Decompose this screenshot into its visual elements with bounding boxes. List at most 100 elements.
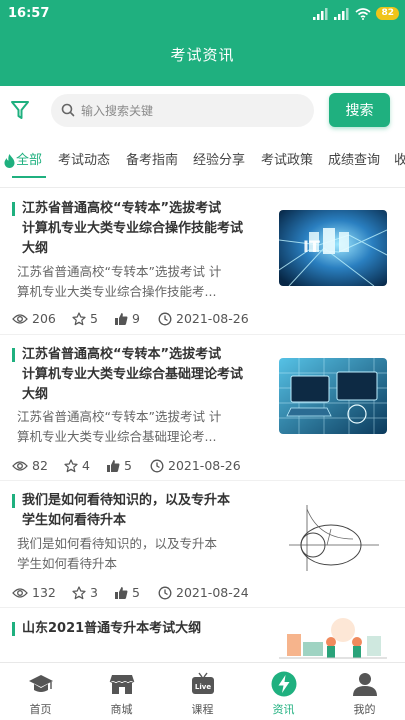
tabbar-item-home[interactable]: 首页 bbox=[0, 663, 81, 720]
eye-icon bbox=[12, 460, 28, 471]
tabbar-label: 首页 bbox=[29, 703, 52, 716]
likes-count[interactable]: 9 bbox=[114, 311, 158, 326]
thumbs-up-icon bbox=[107, 459, 120, 472]
title-accent-bar bbox=[12, 622, 15, 636]
article-thumbnail bbox=[279, 499, 387, 575]
article-summary-line: 江苏省普通高校“专转本”选拔考试 计 bbox=[17, 409, 222, 424]
search-input[interactable] bbox=[81, 94, 306, 127]
title-accent-bar bbox=[12, 494, 15, 508]
article-title-line: 江苏省普通高校“专转本”选拔考试 bbox=[22, 201, 222, 216]
article-summary-line: 江苏省普通高校“专转本”选拔考试 计 bbox=[17, 264, 222, 279]
divider bbox=[0, 187, 405, 188]
eye-icon bbox=[12, 587, 28, 598]
blue-circuit-image: IT bbox=[279, 210, 387, 286]
article-title-line: 大纲 bbox=[22, 241, 49, 256]
article-meta: 132 3 5 2021-08-24 bbox=[12, 585, 249, 600]
article-meta: 82 4 5 2021-08-26 bbox=[12, 458, 241, 473]
article-thumbnail: IT bbox=[279, 210, 387, 286]
title-accent-bar bbox=[12, 202, 15, 216]
article-card[interactable]: 江苏省普通高校“专转本”选拔考试 计算机专业大类专业综合操作技能考试 大纲 江苏… bbox=[0, 190, 405, 335]
article-title-line: 江苏省普通高校“专转本”选拔考试 bbox=[22, 347, 222, 362]
tabbar-label: 资讯 bbox=[272, 703, 295, 716]
article-summary-line: 算机专业大类专业综合基础理论考... bbox=[17, 429, 217, 444]
svg-text:IT: IT bbox=[303, 237, 320, 256]
views-count: 132 bbox=[12, 585, 72, 600]
article-title-line: 计算机专业大类专业综合操作技能考试 bbox=[22, 221, 244, 236]
page-title: 考试资讯 bbox=[170, 46, 235, 64]
article-summary-line: 算机专业大类专业综合操作技能考... bbox=[17, 284, 217, 299]
signal-icon bbox=[334, 7, 349, 20]
favorites-count[interactable]: 4 bbox=[64, 458, 106, 473]
search-box[interactable] bbox=[51, 94, 314, 127]
tab-prep-guide[interactable]: 备考指南 bbox=[126, 148, 178, 174]
clock-icon bbox=[158, 586, 172, 599]
status-time: 16:57 bbox=[8, 6, 50, 21]
lightning-icon bbox=[271, 671, 297, 697]
battery-indicator: 82 bbox=[376, 7, 399, 20]
app-header: 16:57 82 考试资讯 bbox=[0, 0, 405, 86]
tabbar-label: 课程 bbox=[191, 703, 214, 716]
article-thumbnail bbox=[279, 612, 387, 662]
article-summary-line: 学生如何看待升本 bbox=[17, 556, 118, 571]
tabbar-label: 商城 bbox=[110, 703, 133, 716]
publish-date: 2021-08-26 bbox=[150, 458, 241, 473]
tabbar-label: 我的 bbox=[353, 703, 376, 716]
article-card[interactable]: 我们是如何看待知识的，以及专升本 学生如何看待升本 我们是如何看待知识的，以及专… bbox=[0, 481, 405, 608]
views-count: 206 bbox=[12, 311, 72, 326]
wifi-icon bbox=[355, 7, 371, 20]
likes-count[interactable]: 5 bbox=[114, 585, 158, 600]
publish-date: 2021-08-24 bbox=[158, 585, 249, 600]
search-row: 搜索 bbox=[0, 86, 405, 136]
article-title-line: 山东2021普通专升本考试大纲 bbox=[22, 621, 202, 636]
tab-scores[interactable]: 成绩查询 bbox=[328, 148, 380, 174]
tabbar-item-courses[interactable]: Live 课程 bbox=[162, 663, 243, 720]
user-icon bbox=[353, 673, 377, 696]
tab-more[interactable]: 收 bbox=[394, 148, 405, 174]
tab-policy[interactable]: 考试政策 bbox=[261, 148, 313, 174]
article-title-line: 计算机专业大类专业综合基础理论考试 bbox=[22, 367, 244, 382]
tab-label: 全部 bbox=[16, 153, 43, 168]
likes-count[interactable]: 5 bbox=[106, 458, 150, 473]
thumbs-up-icon bbox=[115, 312, 128, 325]
signal-icon bbox=[313, 7, 328, 20]
shop-icon bbox=[109, 675, 135, 694]
tabbar-item-profile[interactable]: 我的 bbox=[324, 663, 405, 720]
clock-icon bbox=[150, 459, 164, 472]
article-title-line: 大纲 bbox=[22, 387, 49, 402]
article-title-line: 学生如何看待升本 bbox=[22, 513, 127, 528]
live-tv-icon: Live bbox=[192, 672, 214, 694]
tabbar-item-shop[interactable]: 商城 bbox=[81, 663, 162, 720]
filter-icon[interactable] bbox=[10, 99, 30, 121]
article-card[interactable]: 江苏省普通高校“专转本”选拔考试 计算机专业大类专业综合基础理论考试 大纲 江苏… bbox=[0, 335, 405, 481]
publish-date: 2021-08-26 bbox=[158, 311, 249, 326]
live-badge-text: Live bbox=[195, 683, 211, 691]
eye-icon bbox=[12, 313, 28, 324]
search-button[interactable]: 搜索 bbox=[329, 93, 390, 127]
thumbs-up-icon bbox=[115, 586, 128, 599]
article-summary-line: 我们是如何看待知识的，以及专升本 bbox=[17, 536, 218, 551]
star-icon bbox=[72, 311, 86, 325]
favorites-count[interactable]: 5 bbox=[72, 311, 114, 326]
computer-tech-image bbox=[279, 358, 387, 434]
flame-icon bbox=[4, 153, 15, 168]
clock-icon bbox=[158, 312, 172, 325]
graduation-cap-icon bbox=[29, 675, 53, 692]
star-icon bbox=[64, 458, 78, 472]
article-thumbnail bbox=[279, 358, 387, 434]
star-icon bbox=[72, 585, 86, 599]
favorites-count[interactable]: 3 bbox=[72, 585, 114, 600]
search-icon bbox=[61, 103, 75, 117]
tab-experience[interactable]: 经验分享 bbox=[193, 148, 245, 174]
math-graph-image bbox=[279, 499, 387, 575]
article-card[interactable]: 山东2021普通专升本考试大纲 bbox=[0, 608, 405, 662]
category-tabs: 全部 考试动态 备考指南 经验分享 考试政策 成绩查询 收 bbox=[0, 148, 405, 180]
tab-all[interactable]: 全部 bbox=[4, 148, 42, 174]
views-count: 82 bbox=[12, 458, 64, 473]
office-illustration-image bbox=[279, 612, 387, 662]
tabbar-item-news[interactable]: 资讯 bbox=[243, 663, 324, 720]
article-title-line: 我们是如何看待知识的，以及专升本 bbox=[22, 493, 231, 508]
title-accent-bar bbox=[12, 348, 15, 362]
tab-exam-news[interactable]: 考试动态 bbox=[58, 148, 110, 174]
status-bar: 16:57 82 bbox=[0, 0, 405, 28]
status-icons: 82 bbox=[313, 7, 399, 20]
